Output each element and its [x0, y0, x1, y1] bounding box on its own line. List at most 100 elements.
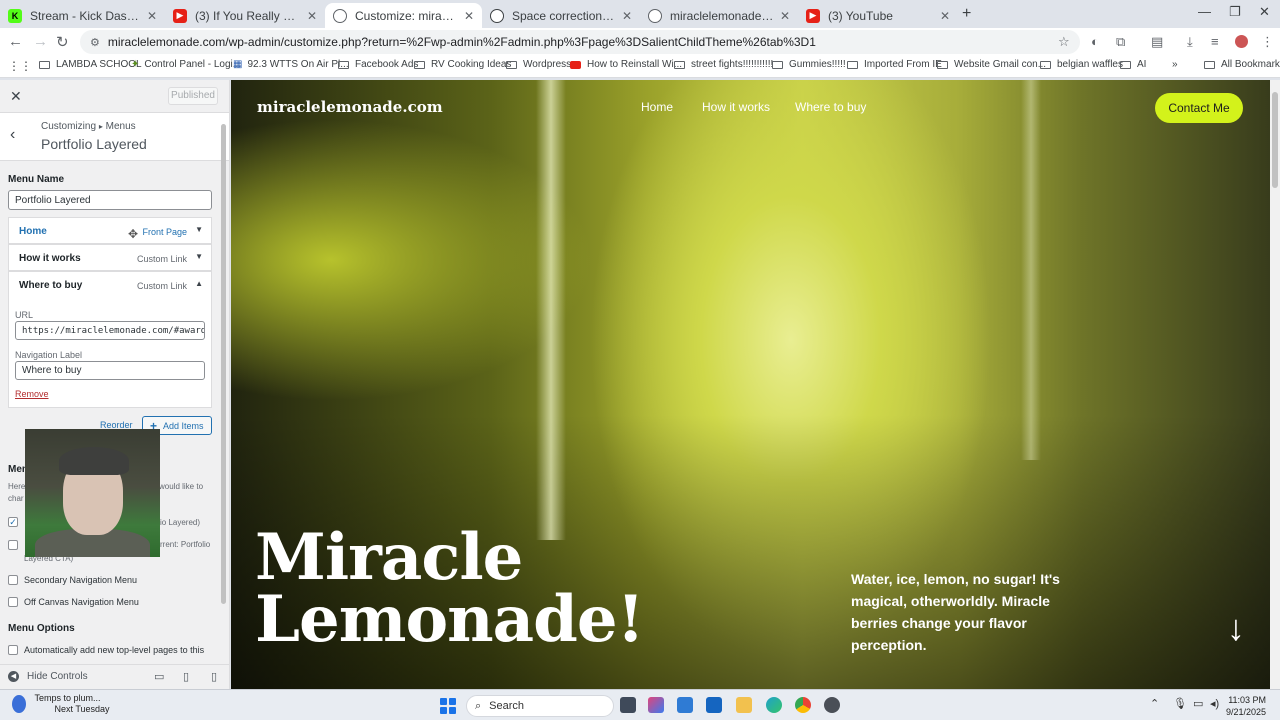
bookmark-item[interactable]: street fights!!!!!!!!!!!: [674, 59, 773, 70]
site-info-icon[interactable]: ⚙: [90, 36, 100, 49]
reload-icon[interactable]: ↻: [56, 33, 69, 51]
volume-icon[interactable]: ◂): [1210, 697, 1219, 710]
tray-overflow-icon[interactable]: ⌃: [1150, 697, 1159, 710]
restore-icon[interactable]: ❐: [1229, 4, 1241, 20]
weather-icon: [12, 695, 26, 713]
close-icon[interactable]: ✕: [307, 9, 317, 23]
hide-controls-button[interactable]: ◀ Hide Controls: [8, 671, 88, 682]
sidepanel-icon[interactable]: ▤: [1151, 34, 1163, 50]
tab-youtube-song[interactable]: ▶ (3) If You Really Love Me - YouT ✕: [165, 3, 325, 28]
menu-icon[interactable]: ⋮: [1261, 34, 1274, 50]
sidebar-scrollbar[interactable]: [221, 124, 226, 604]
navigation-label-field[interactable]: Where to buy: [15, 361, 205, 380]
remove-link[interactable]: Remove: [15, 389, 49, 399]
bookmark-item[interactable]: Imported From IE: [847, 59, 942, 70]
tab-miraclelemonade[interactable]: miraclelemonade.com ✕: [640, 3, 798, 28]
contact-button[interactable]: Contact Me: [1155, 93, 1243, 123]
location-primary-label: io Layered): [160, 518, 201, 527]
microphone-icon[interactable]: 🎙: [1173, 697, 1187, 710]
bookmark-item[interactable]: Gummies!!!!!: [772, 59, 846, 70]
location-secondary-label: Secondary Navigation Menu: [24, 575, 138, 585]
address-bar[interactable]: ⚙ miraclelemonade.com/wp-admin/customize…: [80, 30, 1080, 54]
chevron-up-icon[interactable]: ▲: [195, 279, 203, 288]
nav-home[interactable]: Home: [641, 100, 673, 114]
location-primary-checkbox[interactable]: ✓: [8, 517, 18, 527]
site-preview[interactable]: miraclelemonade.com Home How it works Wh…: [231, 80, 1270, 689]
site-logo[interactable]: miraclelemonade.com: [257, 98, 443, 116]
bookmark-item[interactable]: Website Gmail con...: [937, 59, 1046, 70]
media-icon[interactable]: ≡: [1211, 34, 1219, 49]
tab-youtube[interactable]: ▶ (3) YouTube ✕: [798, 3, 958, 28]
close-icon[interactable]: ✕: [10, 88, 22, 105]
url-field[interactable]: https://miraclelemonade.com/#awards: [15, 321, 205, 340]
location-cta-checkbox[interactable]: [8, 540, 18, 550]
bookmark-item[interactable]: RV Cooking Ideas: [414, 59, 511, 70]
desktop-preview-icon[interactable]: ▭: [154, 670, 164, 683]
all-bookmarks[interactable]: All Bookmarks: [1204, 59, 1280, 70]
clock-time: 11:03 PM: [1228, 695, 1267, 705]
menu-item-home[interactable]: Home Front Page ▼: [8, 217, 212, 244]
network-icon[interactable]: ▭: [1193, 697, 1203, 710]
back-icon[interactable]: ←: [8, 33, 23, 50]
menu-item-where-to-buy[interactable]: Where to buy Custom Link ▲ URL https://m…: [8, 271, 212, 408]
new-tab-icon[interactable]: +: [962, 5, 971, 23]
bookmark-item[interactable]: Wordpress: [506, 59, 571, 70]
tab-customize[interactable]: Customize: miraclelemonade.co ✕: [325, 3, 482, 28]
photos-icon[interactable]: [706, 697, 722, 713]
profile-avatar[interactable]: [1235, 35, 1248, 48]
puzzle-icon[interactable]: ⧉: [1116, 34, 1125, 50]
file-explorer-icon[interactable]: [736, 697, 752, 713]
bookmark-item[interactable]: Facebook Ads: [338, 59, 418, 70]
bookmark-item[interactable]: LAMBDA SCHOOL: [39, 59, 142, 70]
tablet-preview-icon[interactable]: ▯: [183, 670, 189, 683]
forward-icon[interactable]: →: [33, 33, 48, 50]
task-view-icon[interactable]: [620, 697, 636, 713]
bookmark-item[interactable]: ▦ 92.3 WTTS On Air Pl...: [233, 59, 349, 70]
tab-kick-dashboard[interactable]: K Stream - Kick Dashboard ✕: [0, 3, 165, 28]
published-button[interactable]: Published: [168, 87, 218, 105]
close-icon[interactable]: ✕: [464, 9, 474, 23]
download-icon[interactable]: ⤓: [1187, 34, 1193, 50]
chevron-down-icon[interactable]: ▼: [195, 252, 203, 261]
weather-widget[interactable]: Temps to plum... Next Tuesday: [12, 693, 110, 715]
back-arrow-icon[interactable]: ‹: [10, 126, 15, 144]
chevron-down-icon[interactable]: ▼: [195, 225, 203, 234]
auto-add-checkbox[interactable]: [8, 645, 18, 655]
location-offcanvas-checkbox[interactable]: [8, 597, 18, 607]
close-icon[interactable]: ✕: [147, 9, 157, 23]
scroll-down-icon[interactable]: ↓: [1227, 607, 1245, 649]
search-label: Search: [489, 700, 525, 712]
tab-space-correction[interactable]: Space correction advice ✕: [482, 3, 640, 28]
bookmark-item[interactable]: ✦ Control Panel - Logi...: [131, 59, 241, 70]
nav-how-it-works[interactable]: How it works: [702, 100, 770, 114]
nav-where-to-buy[interactable]: Where to buy: [795, 100, 866, 114]
bookmark-item[interactable]: belgian waffles: [1040, 59, 1123, 70]
section-title: Portfolio Layered: [41, 136, 147, 152]
bookmark-star-icon[interactable]: ☆: [1058, 34, 1070, 50]
close-icon[interactable]: ✕: [940, 9, 950, 23]
obs-icon[interactable]: [824, 697, 840, 713]
copilot-icon[interactable]: [648, 697, 664, 713]
close-window-icon[interactable]: ✕: [1259, 4, 1270, 20]
mobile-preview-icon[interactable]: ▯: [211, 670, 217, 683]
menu-name-field[interactable]: Portfolio Layered: [8, 190, 212, 210]
apps-icon[interactable]: ⋮⋮: [8, 59, 32, 73]
hero-background: [1021, 80, 1041, 460]
preview-scrollbar[interactable]: [1272, 92, 1278, 188]
close-icon[interactable]: ✕: [780, 9, 790, 23]
hero-background: [536, 80, 566, 540]
bookmark-item[interactable]: AI: [1120, 59, 1146, 70]
close-icon[interactable]: ✕: [622, 9, 632, 23]
location-secondary-checkbox[interactable]: [8, 575, 18, 585]
store-icon[interactable]: [677, 697, 693, 713]
chrome-icon[interactable]: [795, 697, 811, 713]
more-bookmarks-icon[interactable]: »: [1172, 59, 1178, 70]
minimize-icon[interactable]: —: [1198, 4, 1211, 19]
menu-item-how-it-works[interactable]: How it works Custom Link ▼: [8, 244, 212, 271]
system-clock[interactable]: 11:03 PM 9/21/2025: [1226, 694, 1266, 718]
taskbar-search[interactable]: ⌕ Search: [466, 695, 614, 717]
edge-icon[interactable]: [766, 697, 782, 713]
bookmark-item[interactable]: How to Reinstall Wi...: [570, 59, 682, 70]
start-icon[interactable]: [440, 698, 456, 714]
extension-icon[interactable]: ◐: [1091, 34, 1099, 49]
